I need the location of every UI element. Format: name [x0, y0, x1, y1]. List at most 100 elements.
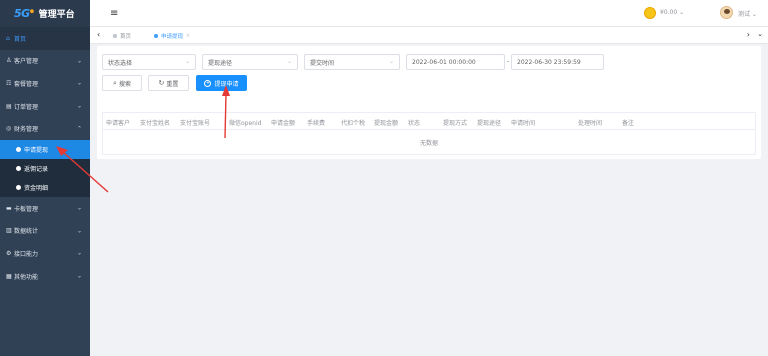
close-icon[interactable]: × — [186, 33, 190, 39]
chevron-down-icon: ⌄ — [184, 58, 190, 65]
column-header: 提现金额 — [374, 120, 399, 127]
balance-dropdown[interactable]: ¥0.00 ⌄ — [660, 9, 684, 16]
chevron-down-icon[interactable]: ⌄ — [757, 30, 763, 38]
bullet-icon — [16, 146, 21, 152]
search-icon: ⌕ — [113, 78, 117, 87]
sidebar-item-label: 套餐管理 — [14, 80, 39, 88]
sidebar-item-fund-details[interactable]: 资金明细 — [0, 178, 90, 197]
bullet-icon — [16, 165, 21, 171]
user-dropdown[interactable]: 测试 ⌄ — [738, 9, 757, 18]
money-icon: ◎ — [6, 125, 12, 133]
sidebar-item-label: 资金明细 — [24, 184, 49, 192]
search-button[interactable]: ⌕ 搜索 — [102, 75, 142, 91]
reset-button-label: 重置 — [166, 80, 179, 88]
date-end-input[interactable]: 2022-06-30 23:59:59 — [511, 54, 604, 70]
sidebar-item-api[interactable]: ⚙ 接口能力 ⌄ — [0, 242, 90, 265]
range-separator: - — [507, 58, 510, 65]
chevron-down-icon: ⌄ — [76, 102, 82, 110]
logo: 5G● 管理平台 — [0, 0, 90, 27]
chevron-down-icon: ⌄ — [76, 79, 82, 87]
date-start-input[interactable]: 2022-06-01 00:00:00 — [406, 54, 505, 70]
sidebar-item-label: 数据统计 — [14, 228, 39, 236]
grid-icon: ▦ — [6, 272, 12, 280]
apply-withdraw-button-label: 提现申请 — [214, 80, 239, 88]
sidebar-item-label: 首页 — [14, 35, 27, 43]
sidebar-item-label: 返佣记录 — [24, 165, 49, 173]
top-header: ≡ ¥0.00 ⌄ 测试 ⌄ — [90, 0, 768, 27]
tag-label: 首页 — [120, 33, 132, 40]
sidebar-item-label: 客户管理 — [14, 58, 39, 66]
chevron-down-icon: ⌄ — [76, 204, 82, 212]
apply-withdraw-button[interactable]: + 提现申请 — [196, 75, 247, 91]
chevron-down-icon: ⌄ — [76, 227, 82, 235]
chevron-down-icon: ⌄ — [76, 272, 82, 280]
column-header: 申请时间 — [511, 120, 536, 127]
chevron-down-icon: ⌄ — [388, 58, 394, 65]
sidebar-item-label: 其他功能 — [14, 273, 39, 281]
time-type-value: 提交时间 — [310, 59, 335, 67]
bullet-icon — [16, 184, 21, 190]
column-header: 申请客户 — [106, 120, 131, 127]
status-select-value: 状态选择 — [108, 59, 133, 67]
sidebar-item-withdraw-apply[interactable]: 申请提现 — [0, 139, 90, 159]
balance-value: ¥0.00 — [660, 9, 678, 16]
logo-badge: 5G● — [14, 7, 34, 20]
wallet-icon — [644, 7, 656, 19]
sidebar-item-packages[interactable]: ☶ 套餐管理 ⌄ — [0, 72, 90, 95]
sidebar-item-label: 接口能力 — [14, 250, 39, 258]
plus-circle-icon: + — [204, 79, 212, 87]
sidebar-item-rebate-records[interactable]: 返佣记录 — [0, 159, 90, 178]
sidebar-item-label: 财务管理 — [14, 126, 39, 134]
main-content: 状态选择 ⌄ 提现途径 ⌄ 提交时间 ⌄ 2022-06-01 00:00:00… — [97, 46, 761, 159]
column-header: 代扣个税 — [341, 120, 366, 127]
table-header: 申请客户 支付宝姓名 支付宝账号 微信openid 申请金额 手续费 代扣个税 提现金额 状态 提… — [103, 113, 755, 130]
column-header: 备注 — [622, 120, 635, 127]
tags-bar: ‹ 首页 申请提现 × › ⌄ — [90, 27, 768, 44]
sidebar-item-statistics[interactable]: ▥ 数据统计 ⌄ — [0, 220, 90, 243]
reset-button[interactable]: ↻ 重置 — [148, 75, 189, 91]
sidebar-item-label: 申请提现 — [24, 146, 49, 154]
channel-select-value: 提现途径 — [208, 59, 233, 67]
column-header: 处理时间 — [578, 120, 603, 127]
sidebar-item-label: 卡板管理 — [14, 205, 39, 213]
chevron-down-icon: ⌄ — [286, 58, 292, 65]
sidebar-item-cards[interactable]: ▬ 卡板管理 ⌄ — [0, 197, 90, 220]
scroll-right-icon[interactable]: › — [747, 30, 750, 39]
app-title: 管理平台 — [38, 10, 75, 20]
avatar[interactable] — [720, 6, 733, 19]
chart-icon: ▥ — [6, 227, 12, 235]
sidebar-item-label: 订单管理 — [14, 103, 39, 111]
tag-withdraw-apply[interactable]: 申请提现 × — [154, 30, 190, 41]
tag-home[interactable]: 首页 — [113, 30, 131, 41]
list-icon: ▤ — [6, 102, 12, 110]
empty-state: 无数据 — [419, 139, 438, 147]
sidebar-item-customers[interactable]: ♙ 客户管理 ⌄ — [0, 50, 90, 73]
date-end-value: 2022-06-30 23:59:59 — [517, 58, 581, 66]
chevron-down-icon: ⌄ — [76, 249, 82, 257]
menu-toggle-icon[interactable]: ≡ — [110, 8, 118, 19]
username: 测试 — [738, 11, 751, 18]
column-header: 提现方式 — [443, 120, 468, 127]
sidebar-item-orders[interactable]: ▤ 订单管理 ⌄ — [0, 95, 90, 118]
column-header: 状态 — [408, 120, 421, 127]
tag-dot-icon — [113, 33, 117, 38]
status-select[interactable]: 状态选择 ⌄ — [102, 54, 196, 70]
column-header: 提现途径 — [477, 120, 502, 127]
chevron-down-icon: ⌄ — [76, 57, 82, 65]
column-header: 微信openid — [229, 120, 262, 127]
sidebar-item-finance[interactable]: ◎ 财务管理 ⌃ — [0, 117, 90, 140]
sidebar-item-home[interactable]: ⌂ 首页 — [0, 27, 90, 50]
card-icon: ▬ — [6, 204, 12, 212]
scroll-left-icon[interactable]: ‹ — [97, 30, 100, 39]
package-icon: ☶ — [6, 79, 12, 87]
refresh-icon: ↻ — [158, 79, 165, 87]
gear-icon: ⚙ — [6, 249, 12, 257]
home-icon: ⌂ — [6, 34, 10, 42]
user-icon: ♙ — [6, 57, 12, 65]
column-header: 手续费 — [307, 120, 326, 127]
withdraw-table: 申请客户 支付宝姓名 支付宝账号 微信openid 申请金额 手续费 代扣个税 提现金额 状态 提… — [102, 112, 756, 155]
tag-dot-icon — [154, 33, 158, 38]
channel-select[interactable]: 提现途径 ⌄ — [202, 54, 298, 70]
sidebar-item-other[interactable]: ▦ 其他功能 ⌄ — [0, 265, 90, 288]
time-type-select[interactable]: 提交时间 ⌄ — [304, 54, 400, 70]
